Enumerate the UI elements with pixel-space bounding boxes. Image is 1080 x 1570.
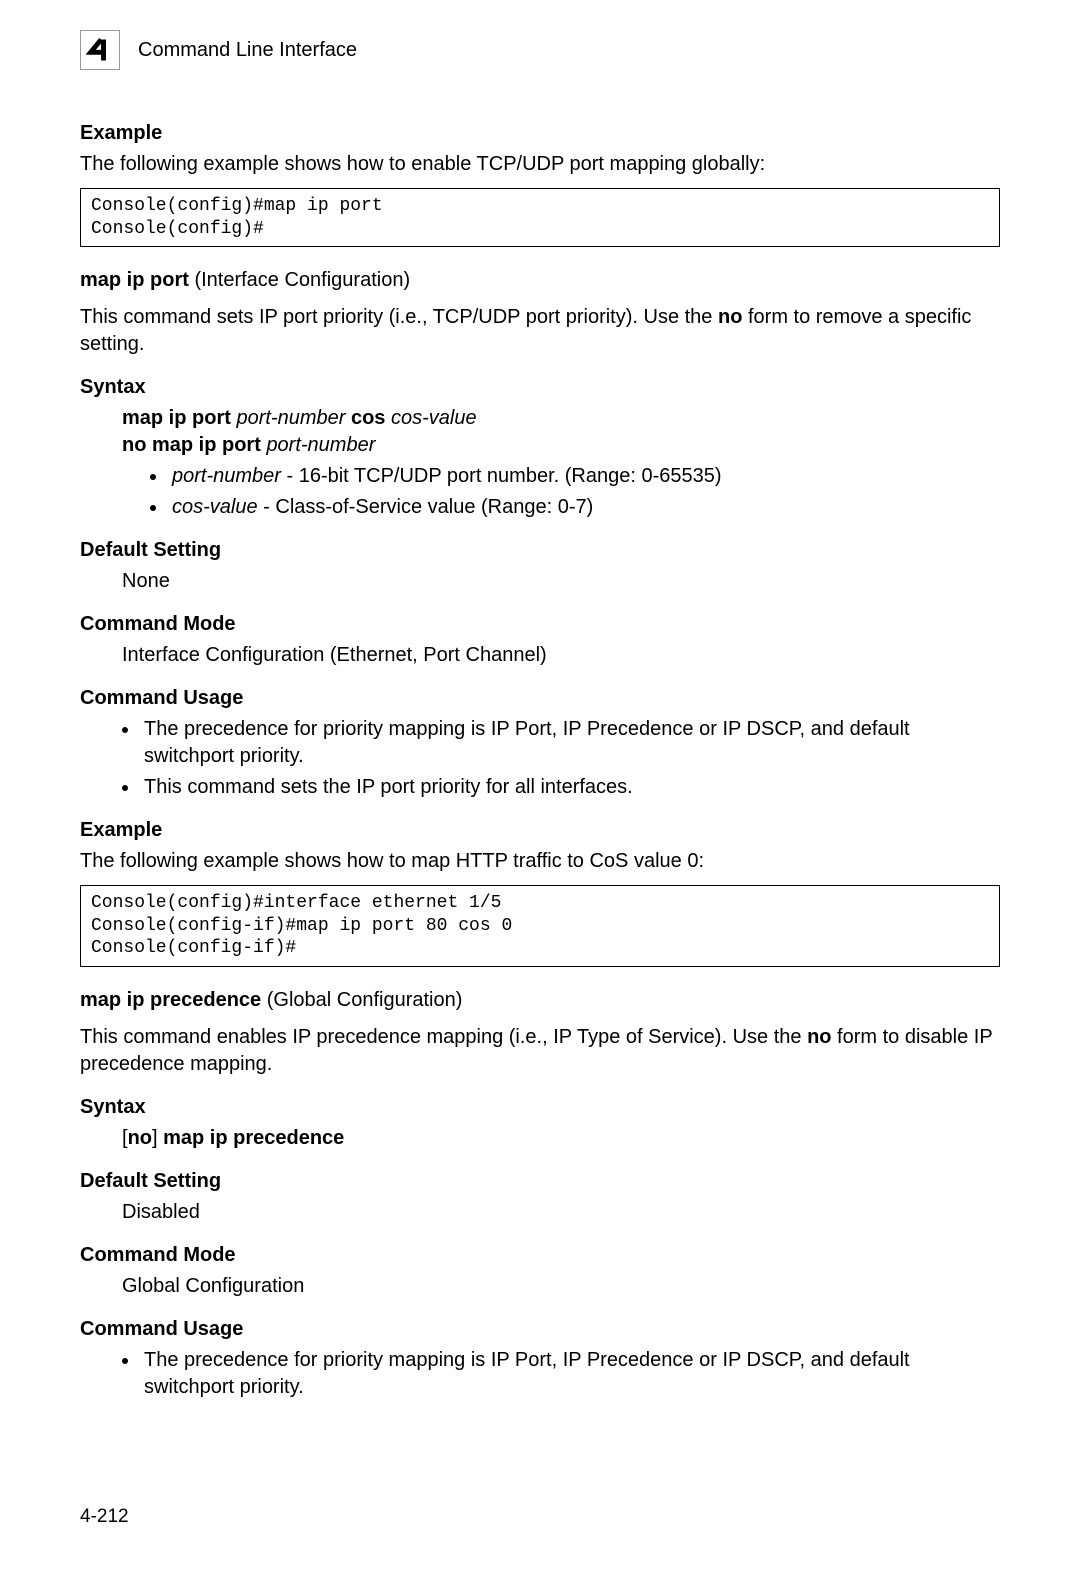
mode-value: Interface Configuration (Ethernet, Port … (80, 642, 1000, 669)
param-term: port-number (172, 465, 281, 487)
param-list: port-number - 16-bit TCP/UDP port number… (80, 463, 1000, 521)
syntax-b2: map ip precedence (163, 1127, 344, 1149)
code-example-if: Console(config)#interface ethernet 1/5 C… (80, 885, 1000, 967)
syntax-l1-i1: port-number (236, 407, 345, 429)
param-item: cos-value - Class-of-Service value (Rang… (168, 494, 1000, 521)
syntax-l2-b1: no map ip port (122, 434, 266, 456)
syntax-block-prec: [no] map ip precedence (80, 1125, 1000, 1152)
chapter-number-icon (80, 30, 120, 70)
heading-default: Default Setting (80, 537, 1000, 564)
example-intro: The following example shows how to enabl… (80, 151, 1000, 178)
usage-item: This command sets the IP port priority f… (140, 774, 1000, 801)
usage-item: The precedence for priority mapping is I… (140, 1347, 1000, 1401)
heading-syntax: Syntax (80, 374, 1000, 401)
syntax-block: map ip port port-number cos cos-value no… (80, 405, 1000, 459)
default-value: None (80, 568, 1000, 595)
heading-example-if: Example (80, 817, 1000, 844)
param-desc: - 16-bit TCP/UDP port number. (Range: 0-… (281, 465, 722, 487)
code-example-global: Console(config)#map ip port Console(conf… (80, 188, 1000, 247)
syntax-br2: ] (152, 1127, 163, 1149)
heading-mode-prec: Command Mode (80, 1242, 1000, 1269)
cmd-description: This command sets IP port priority (i.e.… (80, 304, 1000, 358)
desc-no: no (807, 1026, 831, 1048)
heading-example: Example (80, 120, 1000, 147)
cmd-name: map ip precedence (80, 989, 261, 1011)
header-title: Command Line Interface (138, 37, 357, 64)
page-number: 4-212 (80, 1504, 129, 1530)
heading-usage-prec: Command Usage (80, 1316, 1000, 1343)
syntax-line-1: map ip port port-number cos cos-value (122, 405, 1000, 432)
usage-list-prec: The precedence for priority mapping is I… (80, 1347, 1000, 1401)
syntax-l1-b1: map ip port (122, 407, 236, 429)
syntax-b1: no (128, 1127, 152, 1149)
document-page: Command Line Interface Example The follo… (0, 0, 1080, 1570)
syntax-l1-i2: cos-value (391, 407, 477, 429)
section-map-ip-precedence: map ip precedence (Global Configuration)… (80, 987, 1000, 1401)
number-4-icon (86, 36, 114, 64)
command-title: map ip precedence (Global Configuration) (80, 987, 1000, 1014)
example-intro-if: The following example shows how to map H… (80, 848, 1000, 875)
param-item: port-number - 16-bit TCP/UDP port number… (168, 463, 1000, 490)
mode-value-prec: Global Configuration (80, 1273, 1000, 1300)
page-header: Command Line Interface (80, 30, 1000, 70)
section-map-ip-port: map ip port (Interface Configuration) Th… (80, 267, 1000, 967)
heading-syntax-prec: Syntax (80, 1094, 1000, 1121)
param-term: cos-value (172, 496, 258, 518)
heading-usage: Command Usage (80, 685, 1000, 712)
heading-mode: Command Mode (80, 611, 1000, 638)
default-value-prec: Disabled (80, 1199, 1000, 1226)
desc-no: no (718, 306, 742, 328)
syntax-l2-i1: port-number (266, 434, 375, 456)
param-desc: - Class-of-Service value (Range: 0-7) (258, 496, 594, 518)
syntax-line-2: no map ip port port-number (122, 432, 1000, 459)
cmd-context: (Interface Configuration) (189, 269, 410, 291)
usage-item: The precedence for priority mapping is I… (140, 716, 1000, 770)
desc-prefix: This command enables IP precedence mappi… (80, 1026, 807, 1048)
usage-list: The precedence for priority mapping is I… (80, 716, 1000, 801)
command-title: map ip port (Interface Configuration) (80, 267, 1000, 294)
cmd-description: This command enables IP precedence mappi… (80, 1024, 1000, 1078)
cmd-context: (Global Configuration) (261, 989, 462, 1011)
syntax-l1-b2: cos (345, 407, 391, 429)
cmd-name: map ip port (80, 269, 189, 291)
desc-prefix: This command sets IP port priority (i.e.… (80, 306, 718, 328)
section-example-global: Example The following example shows how … (80, 120, 1000, 247)
heading-default-prec: Default Setting (80, 1168, 1000, 1195)
